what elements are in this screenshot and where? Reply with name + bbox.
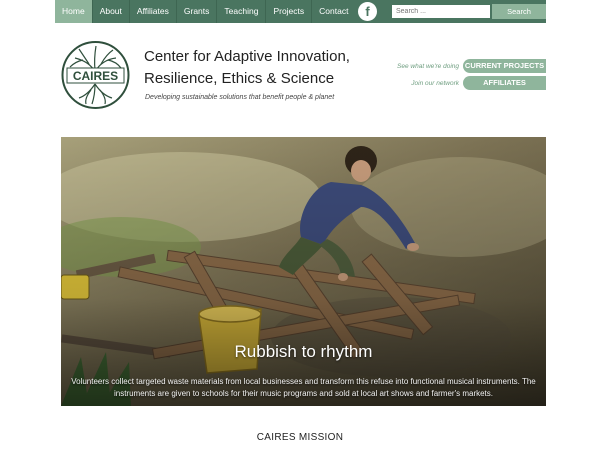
nav-item-projects[interactable]: Projects — [266, 0, 313, 23]
nav-menu: Home About Affiliates Grants Teaching Pr… — [55, 0, 355, 23]
nav-item-affiliates[interactable]: Affiliates — [130, 0, 177, 23]
affiliates-note: Join our network — [411, 79, 459, 87]
site-tagline: Developing sustainable solutions that be… — [145, 94, 335, 101]
site-title-line1: Center for Adaptive Innovation, — [144, 48, 350, 65]
slide-caption: Volunteers collect targeted waste materi… — [71, 377, 536, 398]
nav-item-contact[interactable]: Contact — [312, 0, 355, 23]
site-title[interactable]: Center for Adaptive Innovation, Resilien… — [144, 46, 384, 90]
facebook-icon[interactable]: f — [358, 2, 377, 21]
search-input[interactable] — [392, 5, 490, 18]
hero-photo — [61, 137, 546, 406]
nav-item-home[interactable]: Home — [55, 0, 93, 23]
hero-slider[interactable]: Rubbish to rhythm Volunteers collect tar… — [61, 137, 546, 406]
mission-heading: CAIRES MISSION — [256, 432, 344, 443]
current-projects-button[interactable]: CURRENT PROJECTS — [463, 59, 546, 73]
projects-note: See what we're doing — [397, 62, 459, 70]
tree-logo-icon: CAIRES — [61, 41, 130, 109]
main-nav: Home About Affiliates Grants Teaching Pr… — [55, 0, 546, 23]
projects-callout: See what we're doing CURRENT PROJECTS — [397, 59, 546, 73]
logo-text: CAIRES — [73, 69, 118, 83]
nav-item-teaching[interactable]: Teaching — [217, 0, 267, 23]
affiliates-callout: Join our network AFFILIATES — [411, 76, 546, 90]
top-bar: Home About Affiliates Grants Teaching Pr… — [0, 0, 600, 23]
site-title-line2: Resilience, Ethics & Science — [144, 70, 335, 87]
nav-item-about[interactable]: About — [93, 0, 130, 23]
caires-logo[interactable]: CAIRES — [61, 40, 130, 110]
affiliates-button[interactable]: AFFILIATES — [463, 76, 546, 90]
slide-title: Rubbish to rhythm — [234, 342, 373, 361]
nav-item-grants[interactable]: Grants — [177, 0, 218, 23]
search-button[interactable]: Search — [492, 4, 546, 19]
